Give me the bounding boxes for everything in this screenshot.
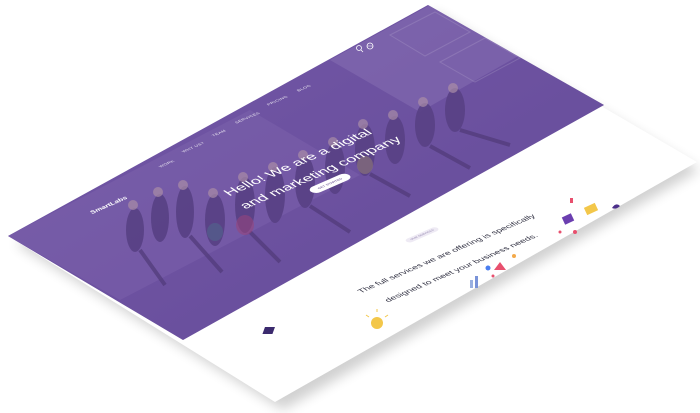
search-icon[interactable] <box>356 45 364 53</box>
mockup-stage: SmartLabs WORK WHY US? TEAM SERVICES PRI… <box>0 0 700 413</box>
header-icons <box>356 42 374 53</box>
globe-icon[interactable] <box>366 42 374 50</box>
